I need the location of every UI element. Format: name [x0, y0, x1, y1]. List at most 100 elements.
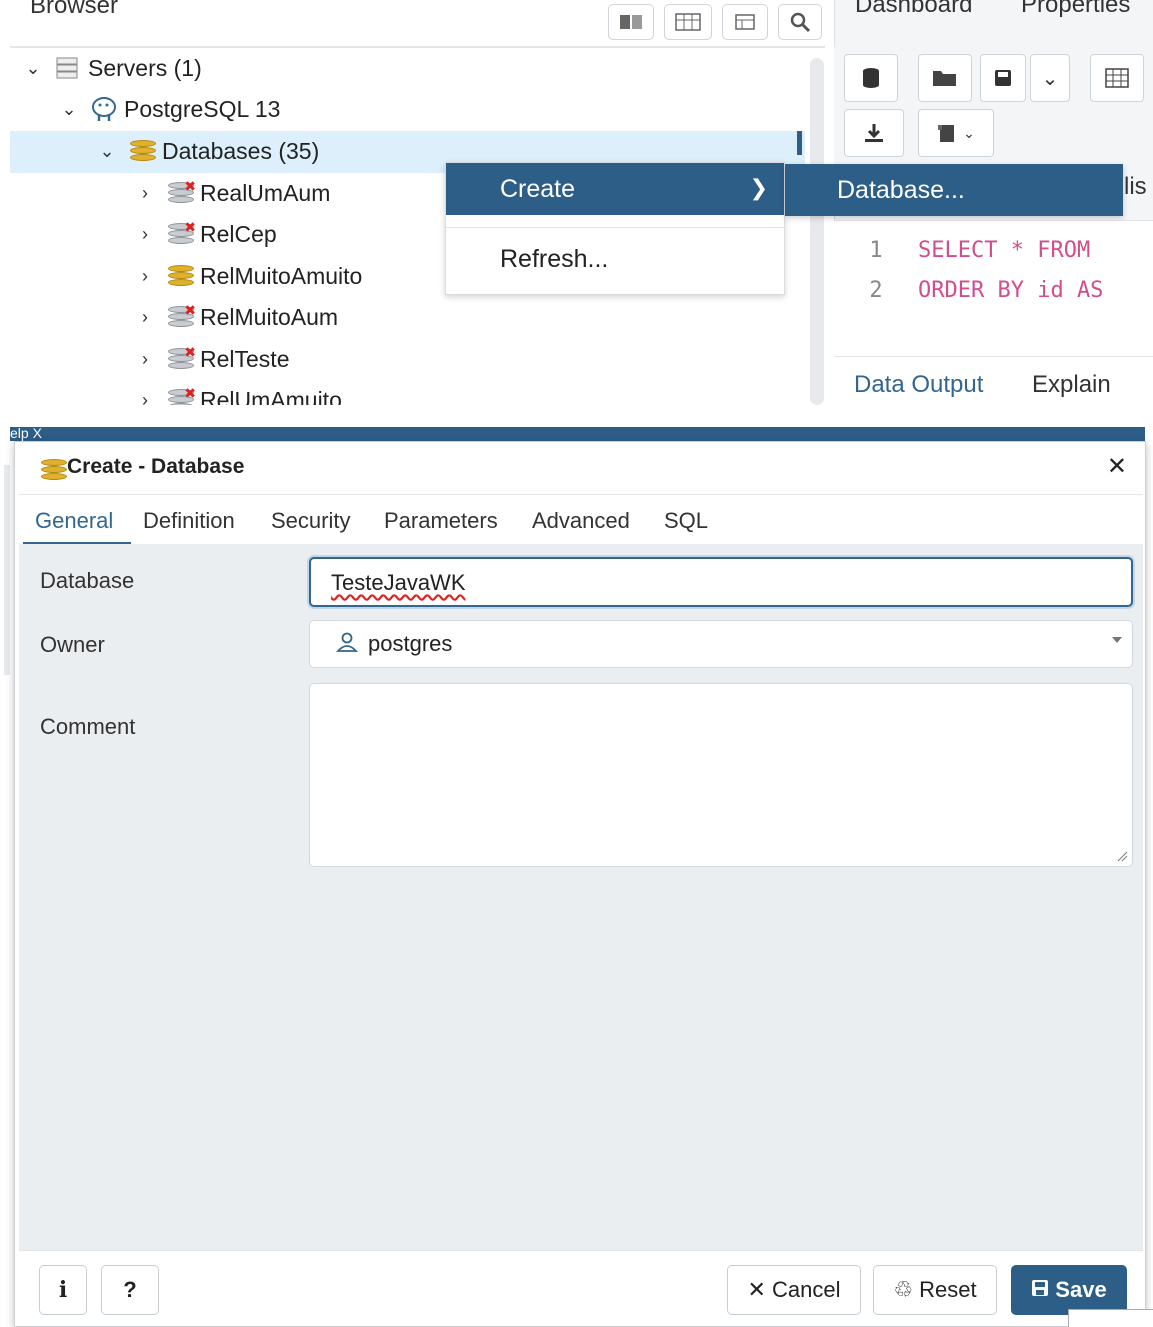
owner-label: Owner	[40, 632, 105, 657]
grid-icon[interactable]	[1090, 54, 1144, 102]
download-icon[interactable]	[844, 109, 904, 157]
save-file-icon[interactable]	[980, 54, 1026, 102]
sql-editor[interactable]: 1 SELECT * FROM 2 ORDER BY id AS	[834, 220, 1153, 356]
tab-explain[interactable]: Explain	[1032, 371, 1111, 399]
tree-item-label: RealUmAum	[200, 179, 331, 206]
comment-textarea[interactable]	[309, 683, 1133, 867]
owner-value: postgres	[368, 631, 453, 656]
tree-item-label: PostgreSQL 13	[124, 95, 281, 122]
save-button[interactable]: Save	[1011, 1265, 1127, 1315]
database-disconnected-icon: ✖	[166, 302, 196, 330]
browser-screenshot: Browser ⌄ Servers (1) ⌄ PostgreSQL 13 ⌄ …	[0, 0, 1153, 405]
menu-item-refresh[interactable]: Refresh...	[500, 245, 608, 274]
context-menu: Create ❯ Refresh...	[445, 162, 785, 295]
tree-item-database[interactable]: › ✖ RealUmAum	[132, 173, 330, 213]
tab-parameters[interactable]: Parameters	[384, 508, 498, 534]
line-number: 2	[869, 277, 883, 303]
database-label: Database	[40, 568, 135, 593]
object-explorer-icon[interactable]	[608, 4, 654, 40]
dialog-footer: i ? ✕ Cancel ♲ Reset Save	[19, 1250, 1143, 1326]
database-disconnected-icon: ✖	[166, 385, 196, 405]
servers-icon	[54, 55, 84, 81]
chevron-right-icon[interactable]: ›	[132, 307, 158, 328]
reset-label: Reset	[919, 1277, 977, 1302]
code-text: SELECT * FROM	[918, 237, 1091, 263]
chevron-right-icon[interactable]: ›	[132, 349, 158, 370]
tree-item-database[interactable]: › RelMuitoAmuito	[132, 256, 362, 296]
resize-handle-icon[interactable]	[1116, 850, 1128, 862]
tree-item-postgresql[interactable]: ⌄ PostgreSQL 13	[56, 89, 280, 129]
search-icon[interactable]	[778, 4, 822, 40]
submenu-item-database[interactable]: Database...	[785, 164, 1123, 216]
tree-item-label: RelTeste	[200, 345, 290, 372]
chevron-right-icon[interactable]: ›	[132, 266, 158, 287]
help-icon: ?	[123, 1277, 137, 1302]
create-database-dialog: Create - Database ✕ General Definition S…	[14, 441, 1146, 1327]
macros-dropdown-icon[interactable]: ⌄	[918, 109, 994, 157]
close-icon: ✕	[747, 1277, 766, 1302]
menu-item-label: Create	[500, 174, 576, 203]
code-line: 2 ORDER BY id AS	[834, 270, 1153, 310]
tab-sql[interactable]: SQL	[664, 508, 708, 534]
chevron-right-icon[interactable]: ›	[132, 224, 158, 245]
tab-dashboard[interactable]: Dashboard	[855, 0, 972, 19]
menu-item-create[interactable]: Create ❯	[446, 163, 784, 215]
info-button[interactable]: i	[39, 1265, 87, 1315]
database-icon	[166, 263, 196, 289]
tab-data-output[interactable]: Data Output	[854, 371, 983, 399]
background-window-corner	[1068, 1309, 1153, 1327]
database-name-input[interactable]: TesteJavaWK	[309, 557, 1133, 607]
tab-properties[interactable]: Properties	[1021, 0, 1130, 19]
menu-divider	[446, 227, 784, 228]
tree-scrollbar[interactable]	[810, 58, 824, 405]
chevron-down-icon[interactable]: ⌄	[56, 99, 82, 120]
tree-item-database[interactable]: › ✖ RelMuitoAum	[132, 297, 338, 337]
tree-item-database[interactable]: › ✖ RelUmAmuito	[132, 380, 342, 405]
dialog-title: Create - Database	[67, 455, 245, 478]
owner-select[interactable]: postgres	[309, 620, 1133, 668]
database-disconnected-icon: ✖	[166, 178, 196, 206]
help-button[interactable]: ?	[101, 1265, 159, 1315]
selection-indicator	[797, 131, 802, 155]
reset-button[interactable]: ♲ Reset	[873, 1265, 997, 1315]
dialog-body: Database TesteJavaWK Owner postgres Comm…	[19, 544, 1143, 1250]
user-icon	[335, 632, 359, 652]
database-icon	[128, 138, 158, 164]
query-toolbar: ⌄ ⌄	[834, 47, 1153, 167]
database-connection-icon[interactable]	[844, 54, 898, 102]
tree-item-servers[interactable]: ⌄ Servers (1)	[20, 48, 201, 88]
tree-item-databases[interactable]: ⌄ Databases (35)	[94, 131, 319, 171]
chevron-down-icon[interactable]: ⌄	[94, 141, 120, 162]
tree-item-label: RelCep	[200, 220, 277, 247]
recycle-icon: ♲	[893, 1277, 914, 1302]
close-icon[interactable]: ✕	[1107, 452, 1127, 481]
elephant-icon	[90, 96, 120, 122]
tab-definition[interactable]: Definition	[143, 508, 235, 534]
tab-general[interactable]: General	[35, 508, 113, 534]
background-edge	[4, 465, 10, 675]
save-label: Save	[1055, 1277, 1107, 1302]
menu-item-label: Database...	[837, 175, 965, 204]
info-icon: i	[58, 1277, 68, 1303]
tree-item-database[interactable]: › ✖ RelCep	[132, 214, 277, 254]
tree-item-database[interactable]: › ✖ RelTeste	[132, 339, 289, 379]
open-file-icon[interactable]	[918, 54, 972, 102]
tab-advanced[interactable]: Advanced	[532, 508, 630, 534]
code-line: 1 SELECT * FROM	[834, 230, 1153, 270]
chevron-right-icon[interactable]: ›	[132, 183, 158, 204]
tree-item-label: RelUmAmuito	[200, 386, 342, 406]
tab-security[interactable]: Security	[271, 508, 350, 534]
database-disconnected-icon: ✖	[166, 344, 196, 372]
comment-label: Comment	[40, 714, 136, 739]
chevron-right-icon[interactable]: ›	[132, 390, 158, 406]
chevron-down-icon[interactable]: ⌄	[1030, 54, 1070, 102]
dialog-tabs: General Definition Security Parameters A…	[19, 494, 1143, 545]
tree-item-label: RelMuitoAum	[200, 303, 339, 330]
filter-table-icon[interactable]	[722, 4, 768, 40]
cancel-button[interactable]: ✕ Cancel	[727, 1265, 861, 1315]
chevron-down-icon[interactable]	[1112, 637, 1122, 643]
table-view-icon[interactable]	[664, 4, 712, 40]
cancel-label: Cancel	[771, 1277, 841, 1302]
create-database-screenshot: elp X Create - Database ✕ General Defini…	[0, 425, 1153, 1327]
chevron-down-icon[interactable]: ⌄	[20, 58, 46, 79]
